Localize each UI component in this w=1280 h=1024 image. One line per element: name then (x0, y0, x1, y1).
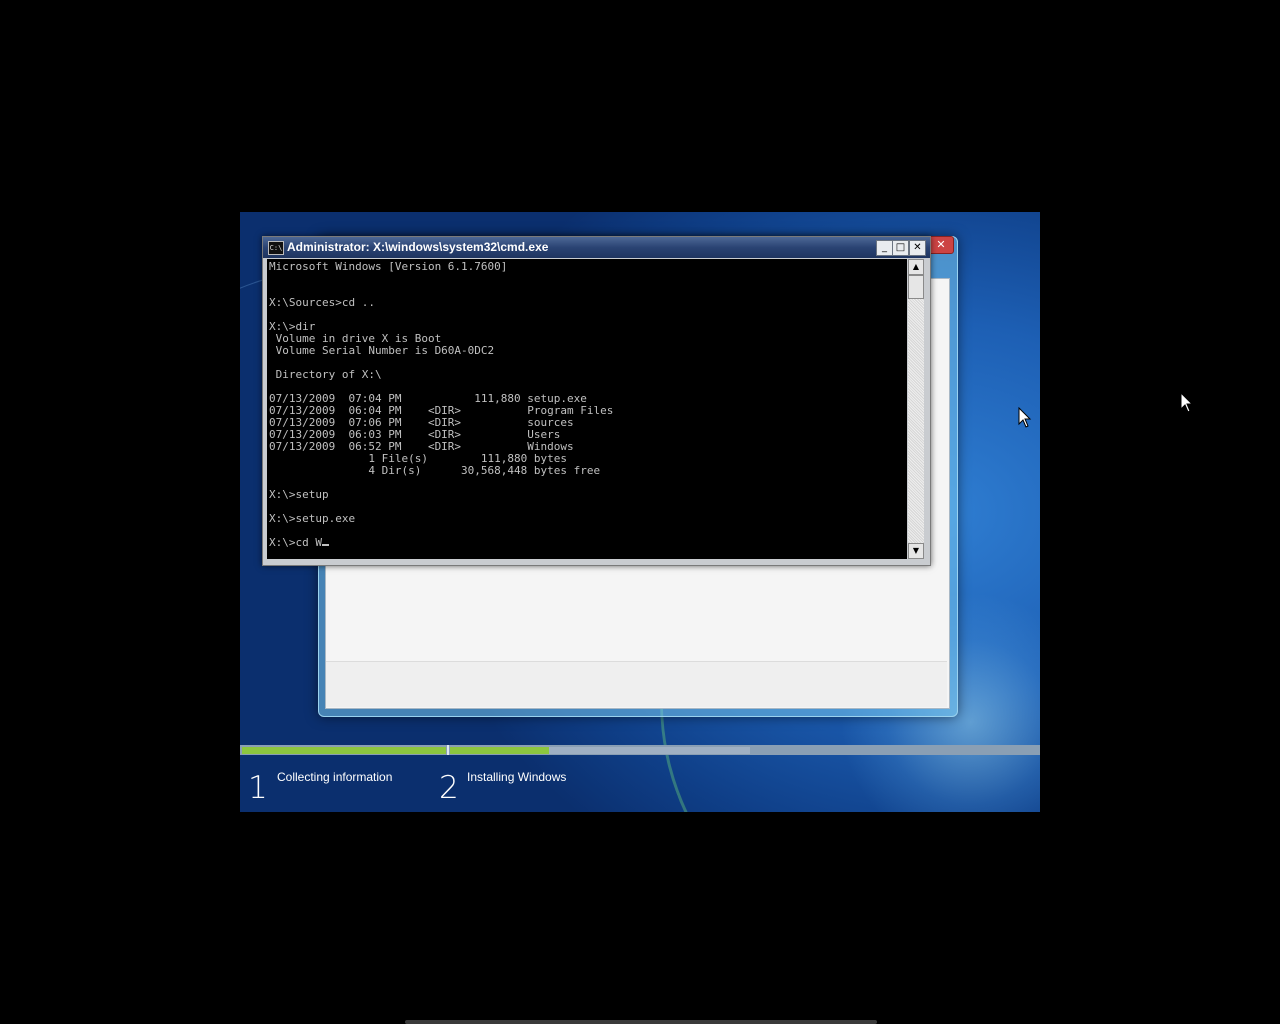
setup-dialog-footer (326, 661, 947, 707)
step-number: 2 (439, 770, 459, 806)
step-label-collecting: Collecting information (277, 770, 393, 784)
progress-step-1-fill (242, 747, 446, 754)
minimize-button[interactable]: _ (876, 240, 893, 256)
scroll-up-arrow-icon[interactable]: ▲ (908, 259, 924, 275)
progress-step-2: 2 (439, 772, 459, 804)
cmd-window[interactable]: C:\ Administrator: X:\windows\system32\c… (262, 236, 931, 566)
scrollbar-thumb[interactable] (908, 275, 924, 299)
progress-divider (447, 745, 449, 755)
console-output[interactable]: Microsoft Windows [Version 6.1.7600] X:\… (267, 259, 907, 559)
vertical-scrollbar[interactable]: ▲ ▼ (908, 259, 924, 559)
close-button[interactable]: ✕ (909, 240, 926, 256)
scroll-down-arrow-icon[interactable]: ▼ (908, 543, 924, 559)
command-prompt-icon[interactable]: C:\ (268, 241, 284, 255)
window-title: Administrator: X:\windows\system32\cmd.e… (287, 240, 549, 254)
step-label-installing: Installing Windows (467, 770, 567, 784)
setup-dialog-close-button[interactable]: ✕ (928, 236, 954, 254)
maximize-button[interactable]: □ (892, 240, 909, 256)
cmd-titlebar[interactable]: C:\ Administrator: X:\windows\system32\c… (263, 237, 930, 258)
bottom-edge-bar (405, 1020, 877, 1024)
console-text: Microsoft Windows [Version 6.1.7600] X:\… (269, 260, 614, 549)
setup-progress-bar (240, 745, 1040, 755)
text-cursor (321, 544, 329, 546)
progress-step-2-track (450, 747, 750, 754)
step-number: 1 (248, 770, 268, 806)
progress-step-1: 1 (248, 772, 268, 804)
